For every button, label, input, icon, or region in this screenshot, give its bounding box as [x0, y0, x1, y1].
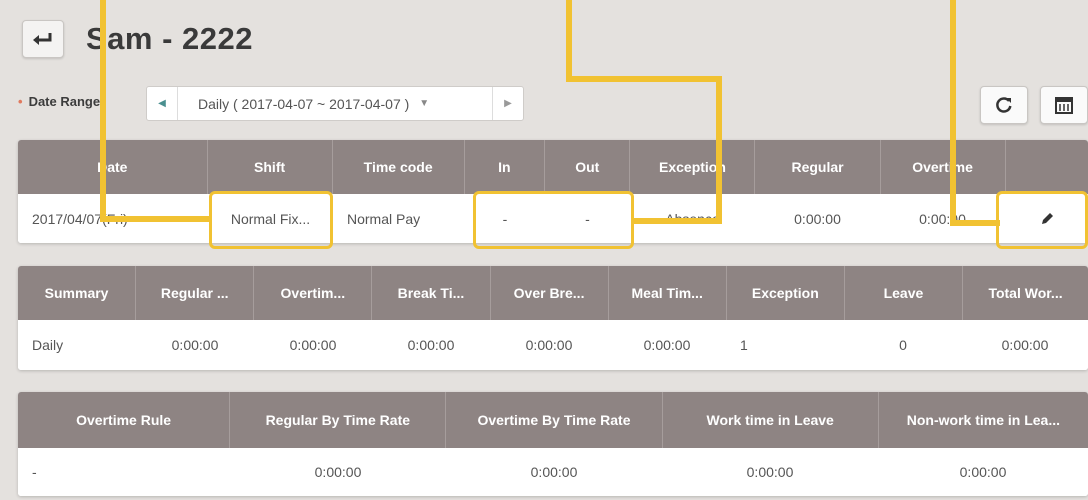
- summary-header-row: Summary Regular ... Overtim... Break Ti.…: [18, 266, 1088, 320]
- date-range-row: • Date Range ◀ Daily ( 2017-04-07 ~ 2017-…: [18, 82, 1088, 124]
- header-regular[interactable]: Regular ...: [136, 266, 255, 320]
- header-regular[interactable]: Regular: [755, 140, 881, 194]
- cell-break-time: 0:00:00: [407, 337, 455, 353]
- header-meal-time[interactable]: Meal Tim...: [609, 266, 727, 320]
- annotation-line-shift-horizontal: [100, 216, 212, 222]
- refresh-icon: [996, 97, 1012, 113]
- cell-total-work: 0:00:00: [1001, 337, 1049, 353]
- header-overtime-by-time-rate[interactable]: Overtime By Time Rate: [446, 392, 663, 448]
- annotation-line-edit-horizontal: [950, 220, 1000, 226]
- summary-table: Summary Regular ... Overtim... Break Ti.…: [18, 266, 1088, 370]
- cell-out[interactable]: -: [545, 194, 630, 243]
- cell-time-code: Normal Pay: [347, 210, 421, 227]
- header-exception[interactable]: Exception: [630, 140, 756, 194]
- date-range-selector[interactable]: ◀ Daily ( 2017-04-07 ~ 2017-04-07 ) ▼ ▶: [146, 86, 524, 121]
- triangle-right-icon: ▶: [504, 98, 512, 109]
- date-range-value: Daily ( 2017-04-07 ~ 2017-04-07 ): [198, 95, 410, 112]
- cell-work-time-in-leave: 0:00:00: [746, 464, 794, 480]
- header-exception[interactable]: Exception: [727, 266, 845, 320]
- header-time-code[interactable]: Time code: [333, 140, 465, 194]
- cell-regular: 0:00:00: [794, 210, 841, 227]
- cell-over-break: 0:00:00: [525, 337, 573, 353]
- cell-non-work-time-in-leave: 0:00:00: [959, 464, 1007, 480]
- header-over-break[interactable]: Over Bre...: [491, 266, 609, 320]
- table-row: - 0:00:00 0:00:00 0:00:00 0:00:00: [18, 448, 1088, 496]
- header-overtime[interactable]: Overtime: [881, 140, 1006, 194]
- cell-in[interactable]: -: [465, 194, 545, 243]
- header-out[interactable]: Out: [545, 140, 631, 194]
- cell-overtime: 0:00:00: [919, 210, 966, 227]
- header-leave[interactable]: Leave: [845, 266, 963, 320]
- header-work-time-in-leave[interactable]: Work time in Leave: [663, 392, 879, 448]
- header-overtime-rule[interactable]: Overtime Rule: [18, 392, 231, 448]
- triangle-down-icon: ▼: [419, 98, 430, 109]
- next-range-button[interactable]: ▶: [492, 87, 523, 120]
- cell-overtime-rule: -: [32, 464, 37, 480]
- date-range-label: • Date Range: [18, 94, 101, 109]
- header-total-work[interactable]: Total Wor...: [963, 266, 1088, 320]
- annotation-line-shift: [100, 0, 106, 222]
- cell-leave: 0: [899, 337, 907, 353]
- table-row: Daily 0:00:00 0:00:00 0:00:00 0:00:00 0:…: [18, 320, 1088, 370]
- header-regular-by-time-rate[interactable]: Regular By Time Rate: [230, 392, 447, 448]
- refresh-button[interactable]: [980, 86, 1028, 124]
- edit-button[interactable]: [1005, 194, 1088, 243]
- header-date[interactable]: Date: [18, 140, 208, 194]
- timecard-table: Date Shift Time code In Out Exception Re…: [18, 140, 1088, 243]
- date-range-dropdown[interactable]: Daily ( 2017-04-07 ~ 2017-04-07 ) ▼: [178, 87, 492, 120]
- cell-shift[interactable]: Normal Fix...: [208, 194, 333, 243]
- overtime-header-row: Overtime Rule Regular By Time Rate Overt…: [18, 392, 1088, 448]
- cell-meal-time: 0:00:00: [643, 337, 691, 353]
- page-title: Sam - 2222: [86, 21, 253, 56]
- annotation-line-inout-horizontal: [632, 218, 722, 224]
- header-actions: [1006, 140, 1088, 194]
- header-in[interactable]: In: [465, 140, 546, 194]
- annotation-line-inout-down: [716, 76, 722, 224]
- annotation-line-inout-top: [566, 0, 572, 80]
- cell-regular: 0:00:00: [171, 337, 219, 353]
- calendar-icon: [1055, 97, 1073, 114]
- return-arrow-icon: [33, 33, 52, 45]
- prev-range-button[interactable]: ◀: [147, 87, 178, 120]
- header-break-time[interactable]: Break Ti...: [372, 266, 491, 320]
- header-summary[interactable]: Summary: [18, 266, 137, 320]
- page-header: Sam - 2222: [22, 14, 253, 64]
- cell-overtime-by-time-rate: 0:00:00: [530, 464, 578, 480]
- calendar-button[interactable]: [1040, 86, 1088, 124]
- overtime-rate-table: Overtime Rule Regular By Time Rate Overt…: [18, 392, 1088, 496]
- pencil-icon: [1041, 212, 1053, 224]
- annotation-line-inout-mid: [566, 76, 722, 82]
- annotation-line-edit: [950, 0, 956, 226]
- back-button[interactable]: [22, 20, 64, 58]
- cell-exception: 1: [740, 337, 748, 353]
- header-shift[interactable]: Shift: [208, 140, 333, 194]
- header-overtime[interactable]: Overtim...: [254, 266, 373, 320]
- cell-overtime: 0:00:00: [289, 337, 337, 353]
- cell-summary: Daily: [32, 337, 64, 353]
- timecard-header-row: Date Shift Time code In Out Exception Re…: [18, 140, 1088, 194]
- header-non-work-time-in-leave[interactable]: Non-work time in Lea...: [879, 392, 1088, 448]
- cell-regular-by-time-rate: 0:00:00: [314, 464, 362, 480]
- triangle-left-icon: ◀: [158, 98, 166, 109]
